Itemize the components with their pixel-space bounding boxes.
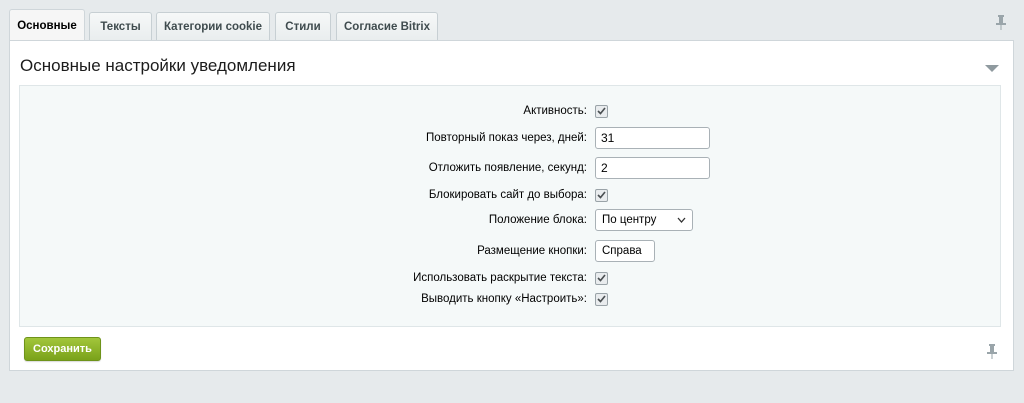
form-row-button-place: Размещение кнопки: Справа <box>20 239 1000 263</box>
tab-label: Стили <box>285 20 321 33</box>
form-row-position: Положение блока: По центру <box>20 208 1000 232</box>
position-select[interactable]: По центру <box>595 209 693 231</box>
form-row-delay: Отложить появление, секунд: 2 <box>20 156 1000 180</box>
repeat-days-input[interactable]: 31 <box>595 127 710 149</box>
triangle-down-icon[interactable] <box>984 60 1000 72</box>
delay-seconds-input[interactable]: 2 <box>595 157 710 179</box>
block-site-checkbox[interactable] <box>595 188 608 202</box>
form-area: Активность: Повторный показ через, дней:… <box>19 85 1001 327</box>
tab-styles[interactable]: Стили <box>275 12 331 40</box>
tab-label: Категории cookie <box>163 20 263 33</box>
form-row-active: Активность: <box>20 99 1000 123</box>
repeat-label: Повторный показ через, дней: <box>426 132 587 144</box>
button-place-select-value: Справа <box>602 245 642 257</box>
repeat-days-value: 31 <box>601 131 615 145</box>
tab-label: Тексты <box>100 20 141 33</box>
tab-main[interactable]: Основные <box>9 9 85 41</box>
expand-text-checkbox[interactable] <box>595 271 608 285</box>
button-place-select[interactable]: Справа <box>595 240 655 262</box>
tab-label: Основные <box>17 19 77 32</box>
tab-label: Согласие Bitrix <box>344 20 430 33</box>
button-place-label: Размещение кнопки: <box>477 245 587 257</box>
pin-icon[interactable] <box>994 14 1008 30</box>
tab-texts[interactable]: Тексты <box>89 12 152 40</box>
delay-label: Отложить появление, секунд: <box>428 162 587 174</box>
checkmark-icon <box>597 107 606 115</box>
checkmark-icon <box>597 295 606 303</box>
pin-icon[interactable] <box>985 343 999 359</box>
checkmark-icon <box>597 191 606 199</box>
form-row-configure: Выводить кнопку «Настроить»: <box>20 287 1000 311</box>
configure-label: Выводить кнопку «Настроить»: <box>421 293 587 305</box>
form-row-block: Блокировать сайт до выбора: <box>20 183 1000 207</box>
tab-bitrix-consent[interactable]: Согласие Bitrix <box>336 12 438 40</box>
configure-button-checkbox[interactable] <box>595 292 608 306</box>
delay-seconds-value: 2 <box>601 161 608 175</box>
active-label: Активность: <box>523 105 587 117</box>
position-label: Положение блока: <box>488 214 587 226</box>
save-button[interactable]: Сохранить <box>24 337 101 361</box>
settings-panel: Основные настройки уведомления Активност… <box>9 40 1014 371</box>
form-row-repeat: Повторный показ через, дней: 31 <box>20 126 1000 150</box>
tab-cookie-categories[interactable]: Категории cookie <box>156 12 270 40</box>
position-select-value: По центру <box>602 214 657 226</box>
chevron-down-icon <box>677 217 686 223</box>
panel-title: Основные настройки уведомления <box>20 56 296 75</box>
block-label: Блокировать сайт до выбора: <box>428 189 587 201</box>
active-checkbox[interactable] <box>595 104 608 118</box>
checkmark-icon <box>597 274 606 282</box>
